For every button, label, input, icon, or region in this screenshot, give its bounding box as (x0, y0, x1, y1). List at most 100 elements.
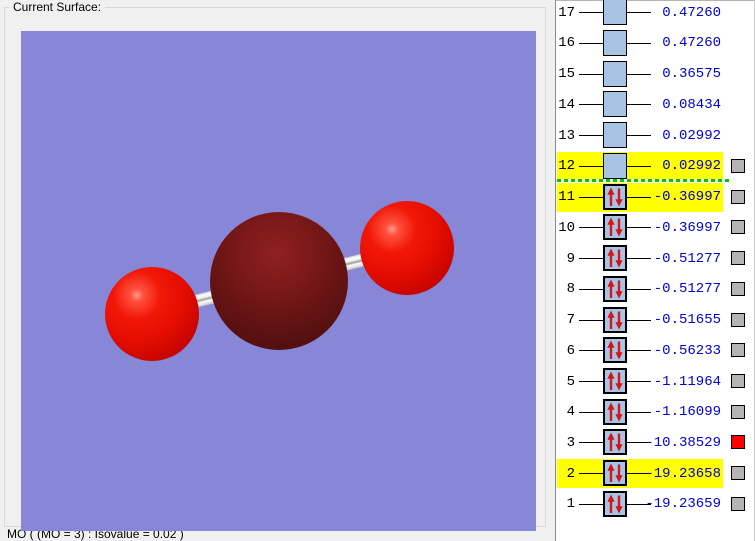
mo-energy: -0.36997 (653, 189, 721, 206)
mo-row[interactable]: 4 -1.16099 (556, 398, 754, 427)
mo-orbital-box[interactable] (603, 183, 627, 210)
homo-lumo-divider[interactable] (557, 179, 729, 182)
mo-indicator[interactable] (731, 251, 745, 265)
mo-orbital-box[interactable] (603, 490, 627, 517)
mo-indicator[interactable] (731, 404, 745, 419)
spin-down-arrow-icon (615, 433, 623, 452)
mo-level-line-left (579, 135, 603, 137)
mo-indicator[interactable] (731, 281, 745, 296)
mo-number: 15 (558, 66, 575, 83)
oxygen-atom-right[interactable] (360, 201, 454, 295)
mo-orbital-box[interactable] (603, 60, 627, 87)
mo-number: 17 (558, 4, 575, 21)
electron-arrows-icon (607, 402, 623, 422)
mo-number: 5 (566, 373, 575, 390)
electron-arrows-icon (607, 340, 623, 360)
mo-number: 16 (558, 35, 575, 52)
spin-up-arrow-icon (607, 494, 615, 513)
mo-orbital-box[interactable] (603, 275, 627, 302)
mo-orbital-box[interactable] (603, 29, 627, 56)
mo-orbital-box[interactable] (603, 429, 627, 456)
mo-row[interactable]: 2 -19.23658 (556, 459, 754, 489)
current-surface-groupbox (4, 7, 546, 531)
mo-indicator[interactable] (731, 312, 745, 327)
spin-up-arrow-icon (607, 279, 615, 298)
mo-indicator[interactable] (731, 343, 745, 358)
mo-row[interactable]: 10 -0.36997 (556, 213, 754, 242)
mo-row[interactable]: 9 -0.51277 (556, 244, 754, 273)
mo-energy: -19.23658 (645, 465, 721, 482)
mo-level-line-left (579, 381, 603, 382)
spin-down-arrow-icon (615, 341, 623, 360)
spin-down-arrow-icon (615, 403, 623, 422)
mo-row[interactable]: 8 -0.51277 (556, 275, 754, 304)
spin-down-arrow-icon (615, 311, 623, 329)
mo-row[interactable]: 16 0.47260 (556, 29, 754, 58)
mo-row[interactable]: 14 0.08434 (556, 90, 754, 119)
mo-panel: 17 0.47260 16 0.47260 15 0.36575 14 0.08… (555, 0, 755, 541)
mo-row[interactable]: 5 -1.11964 (556, 367, 754, 396)
mo-orbital-box[interactable] (603, 214, 627, 241)
mo-number: 13 (558, 127, 575, 144)
mo-orbital-box[interactable] (603, 91, 627, 118)
mo-orbital-box[interactable] (603, 460, 627, 487)
mo-indicator[interactable] (731, 435, 745, 450)
mo-level-line-left (579, 288, 603, 290)
mo-orbital-box[interactable] (603, 245, 627, 271)
molecule-viewport[interactable] (21, 31, 536, 531)
mo-orbital-box[interactable] (603, 337, 627, 364)
mo-energy: -0.51277 (653, 281, 721, 298)
spin-up-arrow-icon (607, 310, 615, 329)
electron-arrows-icon (607, 248, 623, 268)
mo-level-line-left (579, 42, 603, 44)
mo-indicator[interactable] (731, 496, 745, 511)
mo-number: 1 (566, 496, 575, 513)
mo-orbital-box[interactable] (603, 122, 627, 149)
mo-level-line-left (579, 12, 603, 14)
mo-orbital-box[interactable] (603, 0, 627, 26)
electron-arrows-icon (607, 310, 623, 329)
spin-up-arrow-icon (607, 402, 615, 421)
mo-energy: -1.11964 (653, 373, 721, 390)
isosurface-lobe[interactable] (210, 212, 348, 350)
mo-level-line-left (579, 73, 603, 75)
mo-orbital-box[interactable] (603, 398, 627, 425)
spin-up-arrow-icon (607, 432, 615, 452)
mo-energy: 0.47260 (662, 35, 721, 52)
mo-row[interactable]: 3 -10.38529 (556, 428, 754, 457)
mo-orbital-box[interactable] (603, 306, 627, 333)
mo-indicator[interactable] (731, 220, 745, 235)
mo-row[interactable]: 1 -19.23659 (556, 490, 754, 519)
oxygen-atom-left[interactable] (105, 267, 199, 361)
mo-row[interactable]: 17 0.47260 (556, 0, 754, 27)
mo-row[interactable]: 11 -0.36997 (556, 182, 754, 212)
mo-number: 9 (566, 250, 575, 267)
mo-row[interactable]: 13 0.02992 (556, 121, 754, 150)
electron-arrows-icon (607, 279, 623, 299)
current-surface-label: Current Surface: (9, 0, 106, 14)
mo-indicator[interactable] (731, 466, 745, 481)
mo-energy: 0.36575 (662, 66, 721, 83)
mo-level-line-left (579, 227, 603, 229)
mo-row[interactable]: 6 -0.56233 (556, 336, 754, 365)
mo-row[interactable]: 15 0.36575 (556, 60, 754, 89)
mo-indicator[interactable] (731, 189, 745, 204)
electron-arrows-icon (607, 432, 623, 452)
mo-number: 14 (558, 96, 575, 113)
mo-indicator[interactable] (731, 158, 745, 173)
mo-number: 7 (566, 312, 575, 328)
mo-orbital-box[interactable] (603, 152, 627, 179)
mo-row[interactable]: 7 -0.51655 (556, 306, 754, 335)
mo-energy: -0.56233 (653, 342, 721, 359)
mo-level-line-left (579, 473, 603, 475)
mo-number: 12 (558, 158, 575, 175)
spin-up-arrow-icon (607, 187, 615, 206)
mo-indicator[interactable] (731, 374, 745, 388)
mo-orbital-box[interactable] (603, 368, 627, 394)
mo-number: 10 (558, 219, 575, 236)
mo-level-line-left (579, 165, 603, 167)
mo-level-line-left (579, 503, 603, 505)
mo-row[interactable]: 12 0.02992 (556, 151, 754, 181)
electron-arrows-icon (607, 187, 623, 207)
spin-down-arrow-icon (615, 372, 623, 391)
